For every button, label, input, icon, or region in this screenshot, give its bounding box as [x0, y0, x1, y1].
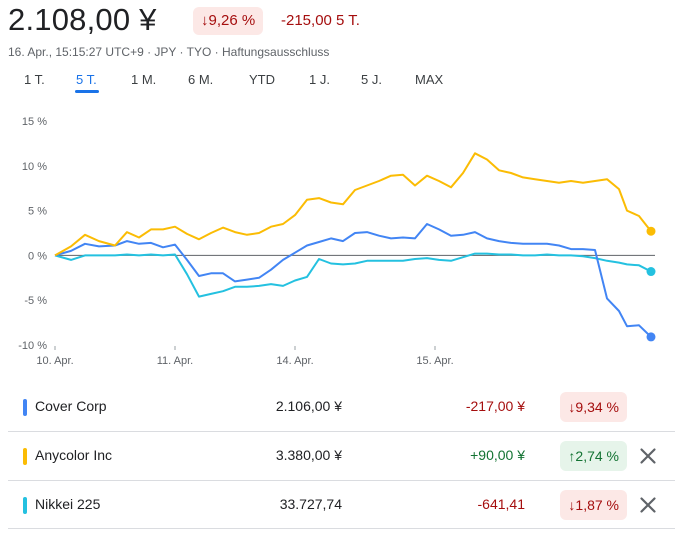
- series-color-swatch: [23, 399, 27, 416]
- series-line: [54, 252, 652, 298]
- row-price: 3.380,00 ¥: [275, 447, 342, 463]
- series-color-swatch: [23, 448, 27, 465]
- tab-6-months[interactable]: 6 M.: [188, 72, 213, 87]
- tab-1-year[interactable]: 1 J.: [309, 72, 330, 87]
- row-percent-value: 1,87 %: [575, 497, 619, 513]
- series-color-swatch: [23, 497, 27, 514]
- row-price: 33.727,74: [279, 496, 342, 512]
- row-percent-badge: ↑2,74 %: [560, 441, 627, 471]
- y-tick-label: 10 %: [22, 161, 47, 173]
- y-tick-label: 5 %: [28, 206, 47, 218]
- close-icon[interactable]: [635, 443, 661, 469]
- row-change: +90,00 ¥: [470, 447, 525, 463]
- row-percent-value: 2,74 %: [575, 448, 619, 464]
- y-tick-label: -5 %: [24, 295, 47, 307]
- arrow-down-icon: ↓: [201, 12, 209, 29]
- series-line: [54, 223, 652, 338]
- row-change: -217,00 ¥: [465, 398, 525, 414]
- comparison-row-cover-corp[interactable]: Cover Corp 2.106,00 ¥ -217,00 ¥ ↓9,34 %: [8, 383, 675, 431]
- quote-info-line: 16. Apr., 15:15:27 UTC+9 · JPY · TYO · H…: [8, 45, 330, 59]
- tab-ytd[interactable]: YTD: [249, 72, 275, 87]
- series-line: [54, 152, 652, 257]
- tab-5-years[interactable]: 5 J.: [361, 72, 382, 87]
- active-tab-underline: [75, 90, 99, 93]
- series-end-point: [646, 267, 656, 277]
- row-percent-value: 9,34 %: [575, 399, 619, 415]
- tab-max[interactable]: MAX: [415, 72, 443, 87]
- x-tick-label: 10. Apr.: [36, 355, 73, 367]
- tab-1-day[interactable]: 1 T.: [24, 72, 45, 87]
- row-price: 2.106,00 ¥: [275, 398, 342, 414]
- comparison-row-anycolor[interactable]: Anycolor Inc 3.380,00 ¥ +90,00 ¥ ↑2,74 %: [8, 431, 675, 480]
- row-name: Nikkei 225: [35, 496, 101, 512]
- row-name: Cover Corp: [35, 398, 107, 414]
- row-divider: [8, 528, 675, 529]
- series-end-point: [646, 226, 656, 236]
- absolute-change: -215,00 5 T.: [281, 12, 360, 29]
- tab-1-month[interactable]: 1 M.: [131, 72, 156, 87]
- percent-change-badge: ↓9,26 %: [193, 7, 264, 35]
- comparison-row-nikkei[interactable]: Nikkei 225 33.727,74 -641,41 ↓1,87 %: [8, 480, 675, 529]
- x-tick-label: 15. Apr.: [416, 355, 453, 367]
- y-tick-label: -10 %: [18, 340, 47, 352]
- y-tick-label: 0 %: [28, 250, 47, 262]
- percent-change-value: 9,26 %: [208, 12, 256, 29]
- series-end-point: [646, 332, 656, 342]
- comparison-line-chart[interactable]: 15 % 10 % 5 % 0 % -5 % -10 % 10. Apr. 11. Apr. 1…: [0, 108, 686, 370]
- tab-5-days[interactable]: 5 T.: [76, 72, 97, 87]
- x-tick-label: 14. Apr.: [276, 355, 313, 367]
- close-icon[interactable]: [635, 492, 661, 518]
- row-name: Anycolor Inc: [35, 447, 113, 463]
- row-percent-badge: ↓9,34 %: [560, 392, 627, 422]
- current-price: 2.108,00 ¥: [8, 2, 157, 37]
- x-tick-label: 11. Apr.: [157, 355, 194, 367]
- row-percent-badge: ↓1,87 %: [560, 490, 627, 520]
- row-change: -641,41: [477, 496, 525, 512]
- y-tick-label: 15 %: [22, 116, 47, 128]
